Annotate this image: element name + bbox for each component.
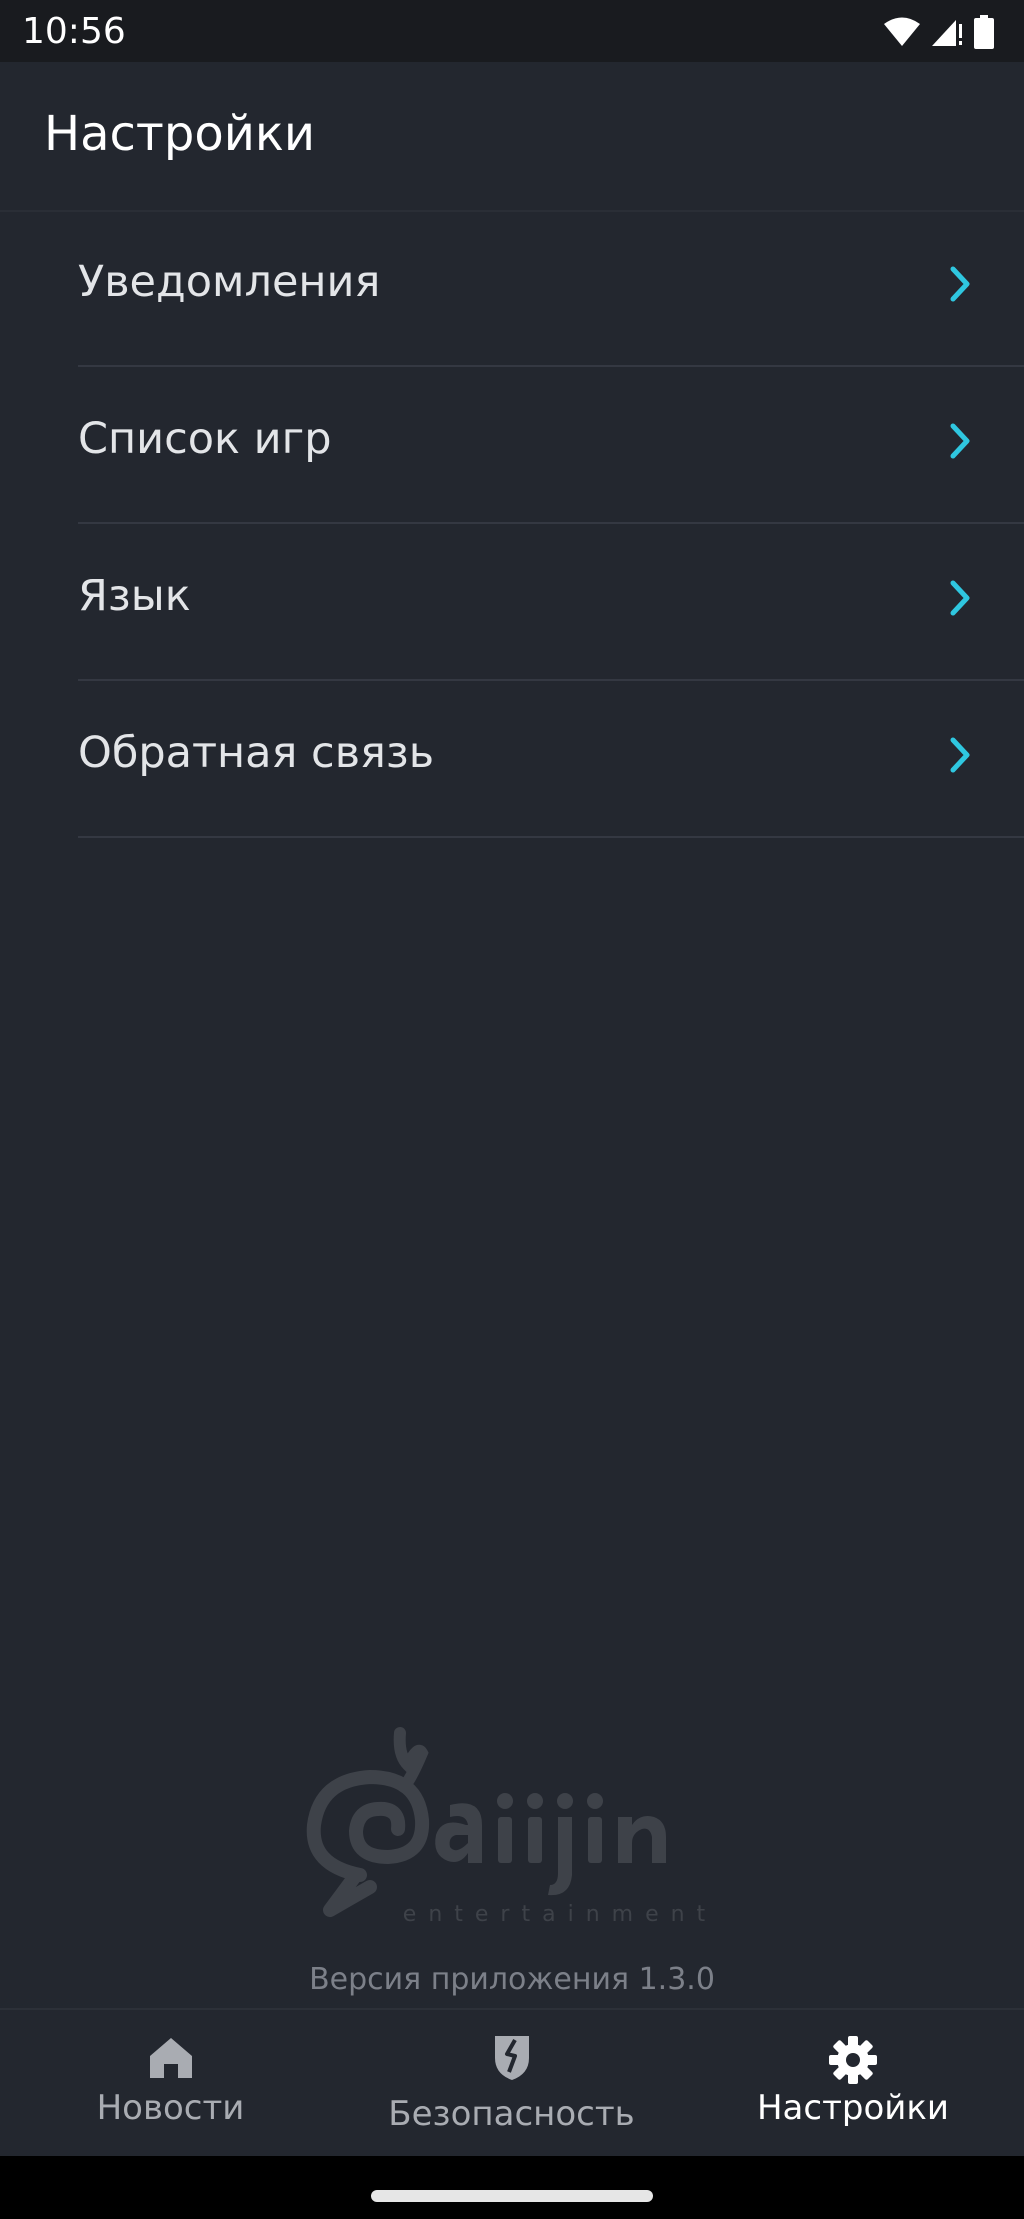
settings-item-label: Обратная связь	[78, 728, 435, 778]
gesture-navigation-bar	[0, 2156, 1024, 2219]
settings-item-label: Список игр	[78, 414, 332, 464]
settings-item-language[interactable]: Язык	[78, 524, 1024, 681]
nav-label-settings: Настройки	[756, 2088, 949, 2128]
chevron-right-icon	[950, 266, 970, 302]
app-version: Версия приложения 1.3.0	[309, 1962, 715, 1997]
settings-list: Уведомления Список игр Язык Обратная свя…	[0, 210, 1024, 838]
settings-screen: 10:56 Настройки Уведомления Список игр Я…	[0, 0, 1024, 2219]
settings-item-label: Язык	[78, 571, 191, 621]
status-time: 10:56	[22, 11, 126, 52]
nav-label-security: Безопасность	[388, 2094, 635, 2134]
nav-label-news: Новости	[96, 2088, 245, 2128]
status-icons	[884, 14, 994, 50]
status-bar: 10:56	[0, 0, 1024, 62]
settings-item-notifications[interactable]: Уведомления	[78, 210, 1024, 367]
gear-icon	[829, 2036, 877, 2084]
settings-item-games-list[interactable]: Список игр	[78, 367, 1024, 524]
logo-subtext: entertainment	[403, 1902, 717, 1925]
settings-item-label: Уведомления	[78, 257, 381, 307]
gaijin-logo: entertainment	[306, 1727, 717, 1925]
home-icon	[149, 2038, 192, 2078]
chevron-right-icon	[950, 580, 970, 616]
page-title: Настройки	[44, 106, 316, 162]
nav-item-news[interactable]: Новости	[0, 2010, 341, 2158]
shield-icon	[494, 2036, 529, 2080]
home-gesture-handle[interactable]	[371, 2190, 653, 2202]
chevron-right-icon	[950, 737, 970, 773]
nav-item-settings[interactable]: Настройки	[682, 2010, 1024, 2158]
app-bar: Настройки	[0, 62, 1024, 212]
battery-icon	[974, 15, 994, 49]
wifi-icon	[884, 17, 920, 46]
settings-item-feedback[interactable]: Обратная связь	[78, 681, 1024, 838]
bottom-navigation: Новости Безопасность Настройки	[0, 2008, 1024, 2158]
cellular-signal-icon	[932, 20, 962, 46]
nav-item-security[interactable]: Безопасность	[341, 2010, 682, 2158]
chevron-right-icon	[950, 423, 970, 459]
